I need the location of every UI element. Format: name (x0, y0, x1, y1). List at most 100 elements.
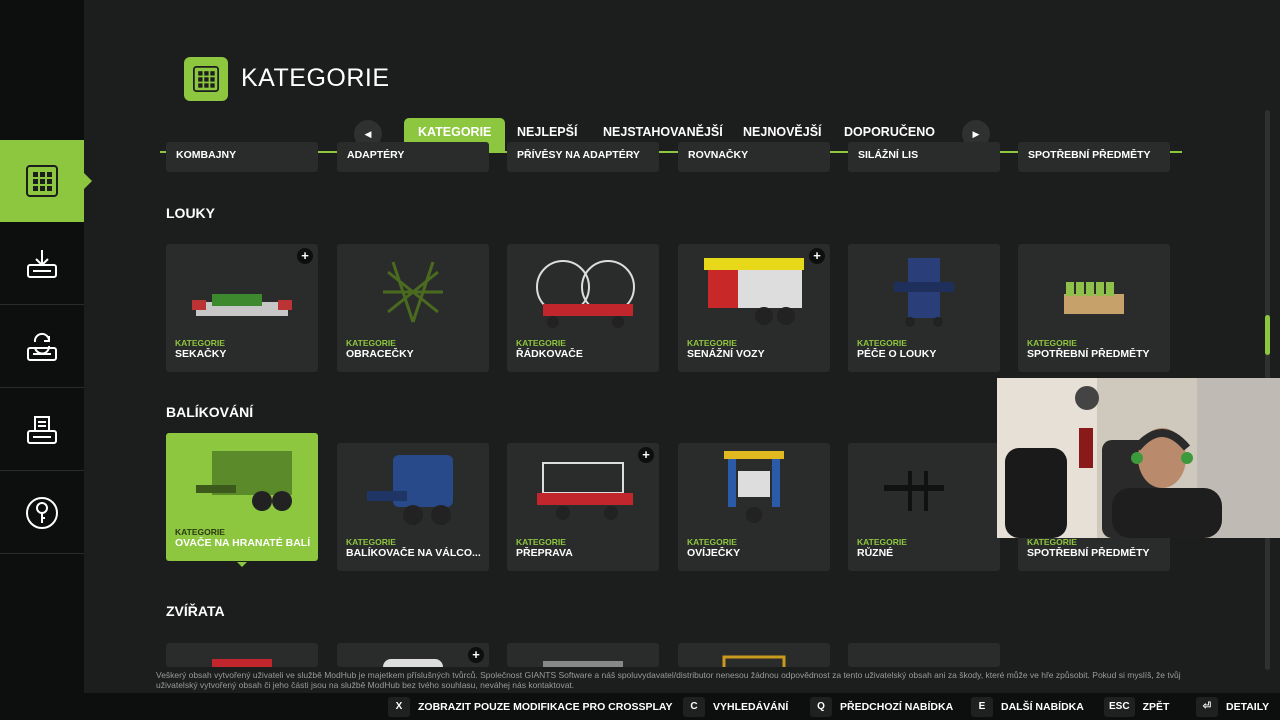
card-name: BALÍKOVAČE NA VÁLCO... (346, 547, 481, 559)
hint-label: DETAILY (1226, 700, 1270, 713)
sidebar (0, 0, 92, 720)
category-card[interactable]: SPOTŘEBNÍ PŘEDMĚTY (1018, 142, 1170, 172)
card-category: KATEGORIE (516, 338, 566, 348)
sidebar-item-categories[interactable] (0, 140, 92, 222)
update-icon (25, 330, 59, 364)
card-name: ADAPTÉRY (347, 149, 405, 161)
card-category: KATEGORIE (857, 537, 907, 547)
hint-details[interactable]: ⏎ DETAILY (1196, 693, 1269, 720)
pallet-image (1064, 282, 1124, 314)
scrollbar-thumb[interactable] (1265, 315, 1270, 355)
category-card-ruzne[interactable]: KATEGORIE RŮZNÉ (848, 443, 1000, 571)
card-name: RŮZNÉ (857, 547, 894, 559)
hint-label: VYHLEDÁVÁNÍ (713, 700, 789, 713)
add-plus-icon[interactable]: + (638, 447, 654, 463)
category-card-obracecky[interactable]: KATEGORIE OBRACEČKY (337, 244, 489, 372)
footer-hints: X ZOBRAZIT POUZE MODIFIKACE PRO CROSSPLAY… (0, 693, 1280, 720)
hint-search[interactable]: C VYHLEDÁVÁNÍ (683, 693, 788, 720)
hint-label: PŘEDCHOZÍ NABÍDKA (840, 700, 954, 713)
card-category: KATEGORIE (346, 338, 396, 348)
key-esc: ESC (1104, 696, 1135, 717)
category-card-pece-o-louky[interactable]: KATEGORIE PÉČE O LOUKY (848, 244, 1000, 372)
sidebar-item-downloads[interactable] (0, 223, 84, 305)
selection-arrow-icon (237, 562, 247, 567)
mower-image (192, 294, 292, 316)
add-plus-icon[interactable]: + (468, 647, 484, 663)
card-name: OVAČE NA HRANATÉ BALÍ (175, 537, 311, 549)
category-card-senazni-vozy[interactable]: + KATEGORIE SENÁŽNÍ VOZY (678, 244, 830, 372)
category-card-sekacky[interactable]: + KATEGORIE SEKAČKY (166, 244, 318, 372)
category-card[interactable] (678, 643, 830, 667)
card-category: KATEGORIE (857, 338, 907, 348)
card-name: SPOTŘEBNÍ PŘEDMĚTY (1028, 149, 1151, 161)
category-card[interactable]: SILÁŽNÍ LIS (848, 142, 1000, 172)
category-card[interactable] (507, 643, 659, 667)
category-card-preprava[interactable]: + KATEGORIE PŘEPRAVA (507, 443, 659, 571)
sidebar-item-updates[interactable] (0, 306, 84, 388)
sidebar-item-dlc[interactable] (0, 472, 84, 554)
card-name: OBRACEČKY (346, 348, 414, 360)
add-plus-icon[interactable]: + (809, 248, 825, 264)
category-card[interactable] (848, 643, 1000, 667)
key-icon (25, 496, 59, 530)
category-card[interactable]: KOMBAJNY (166, 142, 318, 172)
webcam-image (997, 378, 1280, 538)
card-name: ROVNAČKY (688, 149, 749, 161)
key-x: X (388, 696, 410, 717)
round-baler-image (367, 455, 453, 525)
webcam-overlay (997, 378, 1280, 538)
card-name: PŘÍVĚSY NA ADAPTÉRY (517, 149, 640, 161)
category-card[interactable]: ROVNAČKY (678, 142, 830, 172)
misc-image (884, 471, 944, 511)
hint-back[interactable]: ESC ZPĚT (1104, 693, 1169, 720)
category-card[interactable]: ADAPTÉRY (337, 142, 489, 172)
key-e: E (971, 696, 993, 717)
card-category: KATEGORIE (1027, 537, 1077, 547)
key-c: C (683, 696, 705, 717)
forage-wagon-image (704, 258, 804, 325)
card-category: KATEGORIE (175, 527, 225, 537)
tanker-image (383, 659, 443, 667)
key-q: Q (810, 696, 832, 717)
card-category: KATEGORIE (687, 338, 737, 348)
card-category: KATEGORIE (1027, 338, 1077, 348)
trailer-image (543, 661, 623, 667)
category-card-balikovace[interactable]: KATEGORIE BALÍKOVAČE NA VÁLCO... (337, 443, 489, 571)
feeder-image (722, 655, 786, 667)
bale-trailer-image (537, 462, 633, 520)
bale-wrapper-image (724, 451, 784, 523)
section-title-balikovani: BALÍKOVÁNÍ (166, 404, 254, 420)
add-plus-icon[interactable]: + (297, 248, 313, 264)
rake-image (536, 260, 635, 328)
key-enter-icon: ⏎ (1196, 696, 1218, 717)
hint-prev-menu[interactable]: Q PŘEDCHOZÍ NABÍDKA (810, 693, 953, 720)
category-card-radkovace[interactable]: KATEGORIE ŘÁDKOVAČE (507, 244, 659, 372)
card-name: KOMBAJNY (176, 149, 237, 161)
category-card[interactable] (166, 643, 318, 667)
category-card-ovijecky[interactable]: KATEGORIE OVÍJEČKY (678, 443, 830, 571)
card-name: OVÍJEČKY (687, 547, 741, 559)
hint-label: DALŠÍ NABÍDKA (1001, 700, 1084, 713)
page-title: KATEGORIE (241, 64, 390, 92)
hint-next-menu[interactable]: E DALŠÍ NABÍDKA (971, 693, 1084, 720)
grassland-care-image (894, 258, 954, 327)
card-category: KATEGORIE (687, 537, 737, 547)
card-name: ŘÁDKOVAČE (516, 348, 583, 360)
category-card-spotrebni-predmety[interactable]: KATEGORIE SPOTŘEBNÍ PŘEDMĚTY (1018, 244, 1170, 372)
hint-label: ZPĚT (1142, 700, 1170, 713)
card-name: PÉČE O LOUKY (857, 348, 937, 360)
download-icon (25, 247, 59, 281)
hint-crossplay[interactable]: X ZOBRAZIT POUZE MODIFIKACE PRO CROSSPLAY (388, 693, 673, 720)
category-card[interactable]: + (337, 643, 489, 667)
card-name: SILÁŽNÍ LIS (858, 149, 919, 161)
purchase-icon (25, 413, 59, 447)
sidebar-item-purchases[interactable] (0, 389, 84, 471)
tedder-image (383, 261, 443, 323)
category-card-selected[interactable]: KATEGORIE OVAČE NA HRANATÉ BALÍ (166, 433, 318, 561)
section-title-zvirata: ZVÍŘATA (166, 603, 225, 619)
header-grid-icon (184, 57, 228, 101)
card-category: KATEGORIE (175, 338, 225, 348)
card-name: SPOTŘEBNÍ PŘEDMĚTY (1027, 547, 1150, 559)
disclaimer-text: Veškerý obsah vytvořený uživateli ve slu… (156, 670, 1181, 690)
category-card[interactable]: PŘÍVĚSY NA ADAPTÉRY (507, 142, 659, 172)
